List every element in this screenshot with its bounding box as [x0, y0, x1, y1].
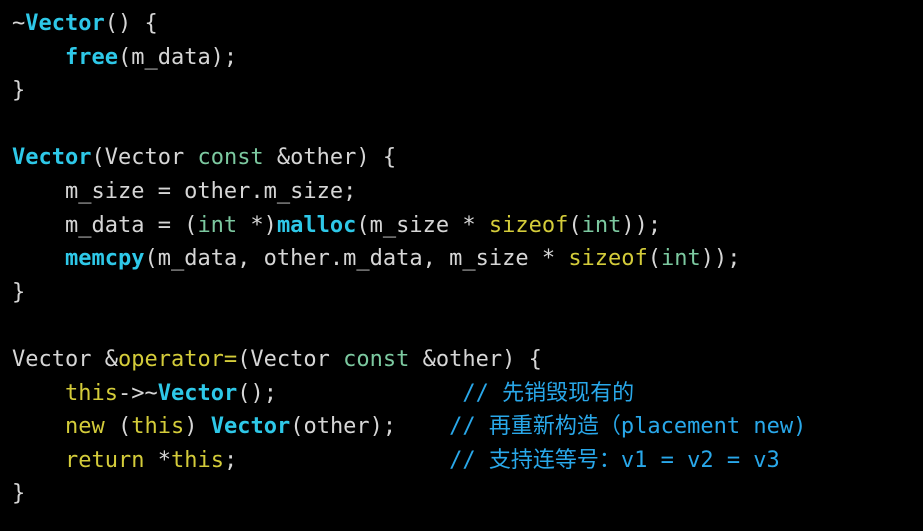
code-token-plain: Vector &	[12, 346, 118, 372]
code-line: new (this) Vector(other); // 再重新构造（place…	[12, 410, 806, 444]
code-token-plain: &other) {	[263, 145, 397, 171]
code-token-plain: ));	[700, 246, 741, 272]
code-line: m_size = other.m_size;	[12, 175, 806, 209]
code-token-plain: ));	[621, 212, 662, 238]
code-token-fn: Vector	[12, 145, 92, 171]
code-token-plain: (other);	[290, 414, 450, 440]
code-token-type: int	[581, 212, 622, 238]
code-line: return *this; // 支持连等号：v1 = v2 = v3	[12, 444, 806, 478]
code-token-plain: )	[184, 414, 211, 440]
code-token-plain: ->~	[117, 380, 158, 406]
code-token-plain: m_size = other.m_size;	[12, 178, 357, 204]
code-line: }	[12, 477, 806, 511]
code-token-plain: &other) {	[409, 346, 542, 372]
code-token-plain: (Vector	[91, 145, 198, 171]
code-token-kw: this	[170, 447, 224, 473]
code-token-plain: ();	[237, 380, 463, 406]
code-line: memcpy(m_data, other.m_data, m_size * si…	[12, 242, 806, 276]
code-editor[interactable]: ~Vector() { free(m_data);} Vector(Vector …	[0, 0, 923, 531]
code-token-kw: new	[64, 414, 105, 440]
code-token-plain: *	[144, 447, 171, 473]
code-line: Vector(Vector const &other) {	[12, 141, 806, 175]
code-line: Vector &operator=(Vector const &other) {	[12, 343, 806, 377]
code-token-plain: }	[12, 481, 26, 507]
code-token-fn: Vector	[210, 414, 291, 440]
code-token-fn: Vector	[157, 380, 238, 406]
code-line: m_data = (int *)malloc(m_size * sizeof(i…	[12, 209, 806, 243]
code-token-comment: // 支持连等号：v1 = v2 = v3	[449, 447, 780, 473]
code-token-plain: (	[104, 414, 132, 440]
code-token-kw: return	[64, 447, 145, 473]
code-token-plain: }	[12, 78, 26, 104]
code-token-type: int	[197, 212, 238, 238]
code-token-comment: // 再重新构造（placement new)	[449, 414, 807, 440]
code-token-fn: malloc	[276, 212, 357, 238]
code-token-type: const	[343, 346, 410, 372]
code-token-plain: (	[647, 246, 662, 272]
code-line: }	[12, 74, 806, 108]
code-token-kw: sizeof	[568, 246, 648, 272]
code-token-kw: operator=	[117, 346, 238, 372]
code-token-plain: }	[12, 279, 26, 305]
code-token-plain: ~	[12, 11, 26, 36]
code-token-plain: (m_data);	[117, 44, 238, 70]
code-token-fn: memcpy	[64, 246, 145, 272]
code-token-kw: this	[64, 380, 118, 406]
code-token-plain: *)	[237, 212, 277, 238]
code-token-plain: (m_data, other.m_data, m_size *	[144, 246, 569, 272]
code-token-comment: // 先销毁现有的	[462, 380, 635, 406]
code-line: ~Vector() {	[12, 7, 806, 41]
code-token-kw: this	[131, 414, 185, 440]
code-token-plain: ;	[223, 447, 450, 473]
code-line: }	[12, 276, 806, 310]
code-token-kw: sizeof	[488, 212, 569, 238]
code-line: free(m_data);	[12, 41, 806, 75]
code-line: this->~Vector(); // 先销毁现有的	[12, 377, 806, 411]
code-token-type: const	[197, 145, 264, 171]
code-token-plain: (	[568, 212, 582, 238]
code-token-plain: () {	[104, 11, 158, 36]
code-block[interactable]: ~Vector() { free(m_data);} Vector(Vector …	[12, 7, 806, 511]
code-token-fn: free	[64, 44, 118, 70]
code-token-plain: (Vector	[237, 346, 344, 372]
code-token-plain: m_data = (	[12, 212, 198, 238]
code-token-type: int	[661, 246, 701, 272]
code-token-fn: Vector	[25, 11, 105, 36]
code-token-plain: (m_size *	[356, 212, 489, 238]
